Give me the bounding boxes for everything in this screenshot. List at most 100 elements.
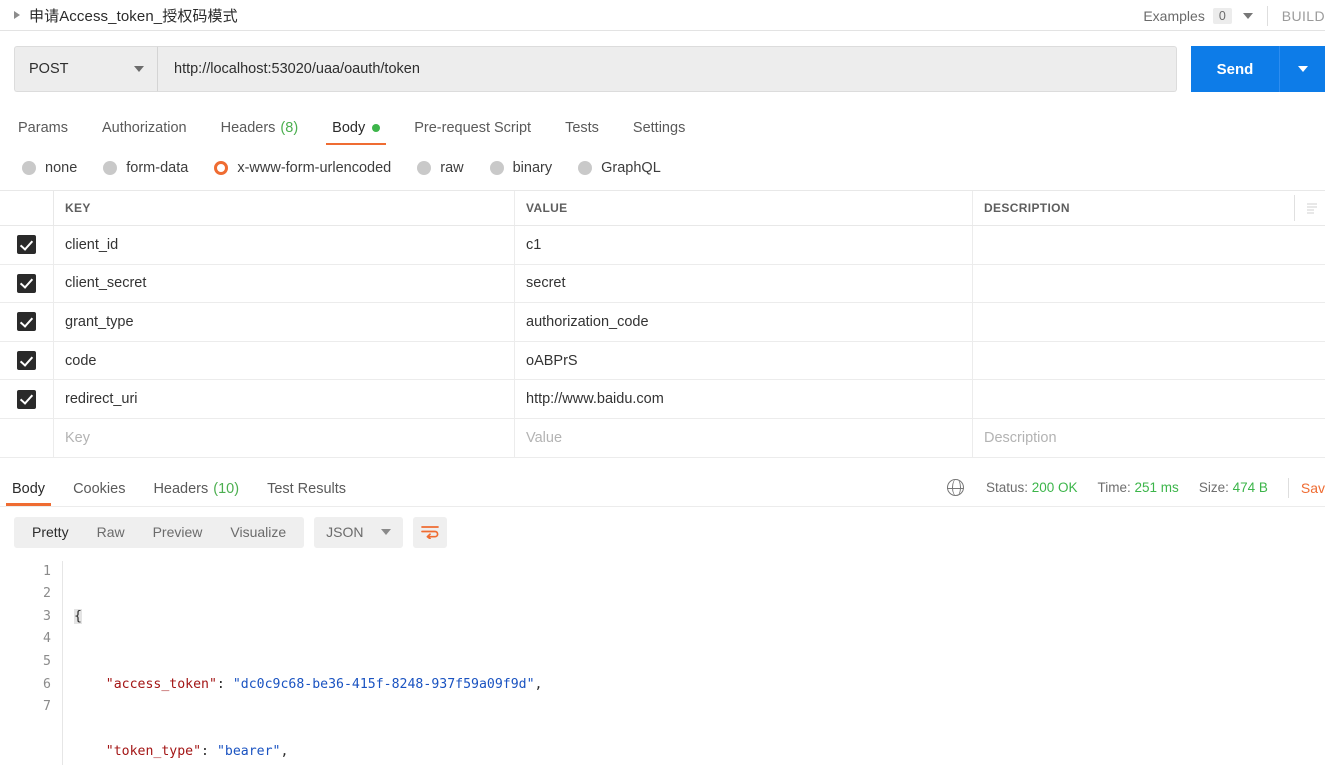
collapse-triangle-icon[interactable] bbox=[14, 11, 20, 19]
bulk-edit-icon[interactable] bbox=[1306, 202, 1318, 214]
row-value-cell[interactable]: http://www.baidu.com bbox=[515, 380, 973, 418]
empty-row-description-cell[interactable]: Description bbox=[973, 419, 1325, 457]
tab-headers[interactable]: Headers (8) bbox=[221, 120, 299, 145]
json-value-token-type: bearer bbox=[225, 744, 273, 759]
body-params-table: KEY VALUE DESCRIPTION client_id c1 bbox=[0, 190, 1325, 458]
send-button[interactable]: Send bbox=[1191, 46, 1279, 92]
globe-icon[interactable] bbox=[947, 479, 964, 496]
tab-tests[interactable]: Tests bbox=[565, 120, 599, 145]
row-checkbox-cell bbox=[0, 226, 54, 264]
response-body-viewer[interactable]: 1 2 3 4 5 6 7 { "access_token": "dc0c9c6… bbox=[0, 557, 1325, 765]
row-key-text: redirect_uri bbox=[65, 391, 138, 407]
row-checkbox[interactable] bbox=[17, 274, 36, 293]
tab-pre-request-script[interactable]: Pre-request Script bbox=[414, 120, 531, 145]
row-description-cell[interactable] bbox=[973, 226, 1325, 264]
word-wrap-icon bbox=[421, 525, 439, 539]
json-line-access-token: "access_token": "dc0c9c68-be36-415f-8248… bbox=[74, 674, 1325, 697]
row-checkbox[interactable] bbox=[17, 312, 36, 331]
row-description-cell[interactable] bbox=[973, 342, 1325, 380]
radio-graphql[interactable]: GraphQL bbox=[578, 160, 661, 176]
viewer-mode-pretty[interactable]: Pretty bbox=[18, 517, 83, 548]
row-key-text: client_id bbox=[65, 237, 118, 253]
row-description-cell[interactable] bbox=[973, 265, 1325, 303]
titlebar-right-group: Examples 0 BUILD bbox=[1143, 0, 1325, 31]
key-placeholder: Key bbox=[65, 430, 90, 446]
radio-binary-label: binary bbox=[513, 160, 553, 176]
row-checkbox-cell bbox=[0, 265, 54, 303]
examples-chevron-down-icon[interactable] bbox=[1243, 13, 1253, 19]
viewer-mode-raw[interactable]: Raw bbox=[83, 517, 139, 548]
response-tab-headers-count: (10) bbox=[213, 481, 239, 497]
row-value-cell[interactable]: authorization_code bbox=[515, 303, 973, 341]
radio-graphql-label: GraphQL bbox=[601, 160, 661, 176]
line-number: 5 bbox=[0, 651, 51, 674]
url-input-container[interactable] bbox=[157, 46, 1177, 92]
response-tab-body-label: Body bbox=[12, 481, 45, 497]
radio-binary-icon bbox=[490, 161, 504, 175]
row-key-cell[interactable]: client_secret bbox=[54, 265, 515, 303]
radio-raw[interactable]: raw bbox=[417, 160, 463, 176]
empty-row-key-cell[interactable]: Key bbox=[54, 419, 515, 457]
response-tab-cookies[interactable]: Cookies bbox=[73, 481, 125, 506]
header-key-cell: KEY bbox=[54, 191, 515, 225]
row-checkbox[interactable] bbox=[17, 390, 36, 409]
response-tab-body[interactable]: Body bbox=[12, 481, 45, 506]
column-header-key: KEY bbox=[65, 201, 91, 215]
http-method-selector[interactable]: POST bbox=[14, 46, 157, 92]
row-description-cell[interactable] bbox=[973, 303, 1325, 341]
radio-graphql-icon bbox=[578, 161, 592, 175]
examples-label: Examples bbox=[1143, 8, 1204, 24]
response-tab-cookies-label: Cookies bbox=[73, 481, 125, 497]
row-value-text: authorization_code bbox=[526, 314, 649, 330]
size-badge: Size: 474 B bbox=[1199, 480, 1268, 495]
response-format-selector[interactable]: JSON bbox=[314, 517, 402, 548]
word-wrap-button[interactable] bbox=[413, 517, 447, 548]
radio-none[interactable]: none bbox=[22, 160, 77, 176]
empty-row-value-cell[interactable]: Value bbox=[515, 419, 973, 457]
time-value: 251 ms bbox=[1135, 480, 1179, 495]
viewer-mode-preview[interactable]: Preview bbox=[139, 517, 217, 548]
row-key-text: code bbox=[65, 353, 96, 369]
tab-authorization[interactable]: Authorization bbox=[102, 120, 187, 145]
row-value-cell[interactable]: oABPrS bbox=[515, 342, 973, 380]
response-tab-test-results[interactable]: Test Results bbox=[267, 481, 346, 506]
tab-params-label: Params bbox=[18, 120, 68, 136]
tab-settings[interactable]: Settings bbox=[633, 120, 685, 145]
row-key-cell[interactable]: redirect_uri bbox=[54, 380, 515, 418]
radio-x-www-form-urlencoded-icon bbox=[214, 161, 228, 175]
row-value-cell[interactable]: c1 bbox=[515, 226, 973, 264]
response-tab-headers-label: Headers bbox=[153, 481, 208, 497]
url-input[interactable] bbox=[172, 60, 1162, 78]
method-chevron-down-icon bbox=[134, 66, 144, 72]
build-tab-label[interactable]: BUILD bbox=[1282, 8, 1325, 24]
tab-body-label: Body bbox=[332, 120, 365, 136]
tab-body[interactable]: Body bbox=[332, 120, 380, 145]
row-key-cell[interactable]: client_id bbox=[54, 226, 515, 264]
row-checkbox[interactable] bbox=[17, 351, 36, 370]
response-tab-headers[interactable]: Headers (10) bbox=[153, 481, 239, 506]
status-value: 200 OK bbox=[1032, 480, 1078, 495]
column-header-value: VALUE bbox=[526, 201, 568, 215]
header-divider bbox=[1294, 195, 1295, 221]
radio-form-data[interactable]: form-data bbox=[103, 160, 188, 176]
tab-params[interactable]: Params bbox=[18, 120, 68, 145]
row-value-text: http://www.baidu.com bbox=[526, 391, 664, 407]
radio-form-data-label: form-data bbox=[126, 160, 188, 176]
row-value-text: oABPrS bbox=[526, 353, 578, 369]
row-checkbox[interactable] bbox=[17, 235, 36, 254]
viewer-mode-visualize[interactable]: Visualize bbox=[216, 517, 300, 548]
radio-x-www-form-urlencoded[interactable]: x-www-form-urlencoded bbox=[214, 160, 391, 176]
send-options-button[interactable] bbox=[1279, 46, 1325, 92]
table-row: redirect_uri http://www.baidu.com bbox=[0, 380, 1325, 419]
row-key-cell[interactable]: code bbox=[54, 342, 515, 380]
http-method-label: POST bbox=[29, 61, 68, 77]
row-key-cell[interactable]: grant_type bbox=[54, 303, 515, 341]
body-active-dot-icon bbox=[372, 124, 380, 132]
save-response-button[interactable]: Sav bbox=[1301, 480, 1325, 496]
radio-binary[interactable]: binary bbox=[490, 160, 553, 176]
radio-raw-label: raw bbox=[440, 160, 463, 176]
row-description-cell[interactable] bbox=[973, 380, 1325, 418]
row-checkbox-cell bbox=[0, 303, 54, 341]
row-value-cell[interactable]: secret bbox=[515, 265, 973, 303]
header-value-cell: VALUE bbox=[515, 191, 973, 225]
